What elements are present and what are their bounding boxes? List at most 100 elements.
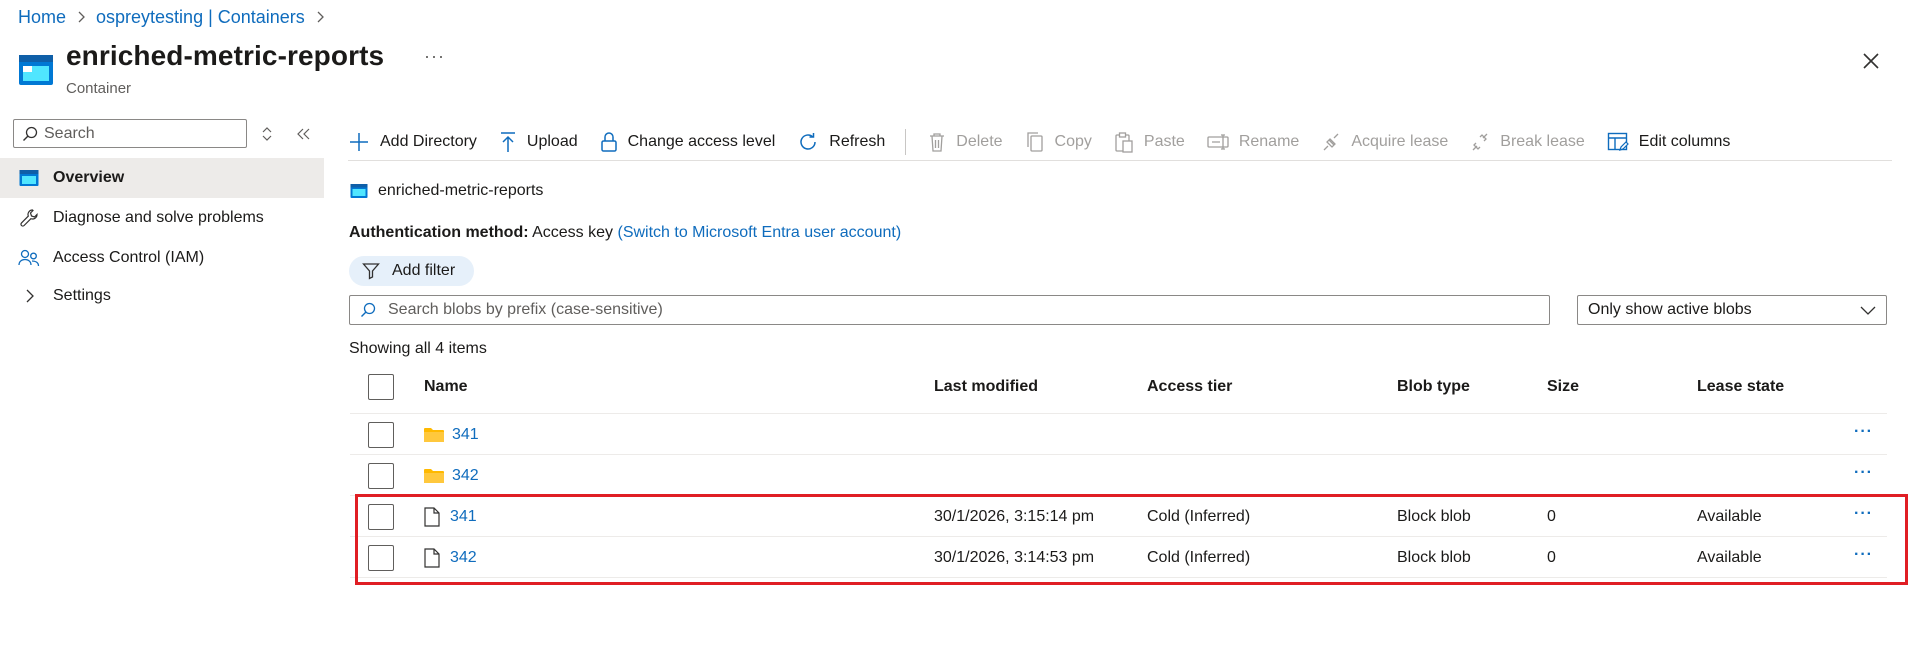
select-all-checkbox[interactable] (368, 374, 394, 400)
auth-method: Authentication method: Access key (Switc… (349, 224, 901, 242)
highlight-annotation-box (355, 494, 1908, 585)
close-button[interactable] (1856, 46, 1886, 76)
column-header-lease-state[interactable]: Lease state (1697, 378, 1784, 396)
row-more-button[interactable]: ··· (1854, 414, 1873, 450)
filter-icon (362, 263, 380, 280)
chevron-right-icon (315, 10, 325, 24)
plus-icon (350, 133, 368, 151)
paste-icon (1115, 132, 1133, 153)
refresh-label: Refresh (829, 133, 886, 150)
row-more-button[interactable]: ··· (1854, 455, 1873, 491)
page-title: enriched-metric-reports (66, 40, 385, 71)
delete-button[interactable]: Delete (928, 131, 1003, 153)
sidebar-item-label: Diagnose and solve problems (53, 209, 264, 226)
people-icon (17, 246, 41, 270)
rename-label: Rename (1238, 133, 1300, 150)
refresh-button[interactable]: Refresh (797, 131, 885, 153)
paste-label: Paste (1143, 133, 1185, 150)
row-name-link[interactable]: 341 (452, 426, 479, 444)
container-icon (17, 166, 41, 190)
switch-auth-link[interactable]: (Switch to Microsoft Entra user account) (617, 224, 901, 241)
page-subtitle: Container (66, 80, 132, 97)
lock-icon (600, 132, 617, 152)
column-header-last-modified[interactable]: Last modified (934, 378, 1038, 396)
change-access-level-label: Change access level (627, 133, 776, 150)
wrench-icon (17, 206, 41, 230)
edit-columns-icon (1607, 132, 1629, 151)
search-icon (23, 126, 38, 141)
sidebar-search-input[interactable] (44, 124, 234, 143)
chevron-down-icon (1860, 306, 1876, 315)
column-header-access-tier[interactable]: Access tier (1147, 378, 1232, 396)
row-checkbox[interactable] (368, 421, 394, 448)
upload-icon (500, 132, 515, 152)
column-header-blob-type[interactable]: Blob type (1397, 378, 1470, 396)
column-header-size[interactable]: Size (1547, 378, 1579, 396)
folder-icon (424, 427, 444, 442)
auth-label: Authentication method: (349, 224, 529, 241)
break-lease-button[interactable]: Break lease (1470, 131, 1585, 153)
collapse-sidebar-button[interactable] (292, 123, 314, 145)
sidebar-item-label: Access Control (IAM) (53, 249, 205, 266)
folder-icon (424, 468, 444, 483)
refresh-icon (800, 133, 817, 150)
upload-button[interactable]: Upload (499, 131, 578, 153)
acquire-lease-button[interactable]: Acquire lease (1321, 131, 1448, 153)
chevron-right-icon (17, 284, 41, 308)
delete-label: Delete (956, 133, 1003, 150)
add-directory-button[interactable]: Add Directory (348, 131, 477, 153)
sidebar-item-label: Settings (53, 287, 111, 304)
change-access-level-button[interactable]: Change access level (600, 131, 776, 153)
sidebar-item-access-control[interactable]: Access Control (IAM) (0, 238, 324, 278)
paste-button[interactable]: Paste (1114, 131, 1185, 153)
rename-icon (1207, 134, 1229, 150)
more-options-button[interactable]: ··· (424, 46, 445, 67)
close-icon (1863, 53, 1879, 69)
sidebar-item-overview[interactable]: Overview (0, 158, 324, 198)
add-filter-label: Add filter (392, 262, 456, 279)
rename-button[interactable]: Rename (1207, 131, 1299, 153)
trash-icon (930, 133, 945, 152)
sort-toggle-button[interactable] (258, 123, 276, 145)
table-row[interactable]: 341 ··· (350, 414, 1887, 455)
add-directory-label: Add Directory (380, 133, 477, 150)
sidebar-search[interactable] (13, 119, 247, 148)
column-header-name[interactable]: Name (424, 378, 468, 396)
sort-icon (262, 127, 272, 141)
edit-columns-label: Edit columns (1638, 133, 1731, 150)
acquire-lease-label: Acquire lease (1351, 133, 1449, 150)
toolbar-divider-line (348, 160, 1892, 161)
upload-label: Upload (526, 133, 578, 150)
auth-value: Access key (532, 224, 614, 241)
blob-state-dropdown[interactable]: Only show active blobs (1577, 295, 1887, 325)
blob-search[interactable] (349, 295, 1550, 325)
sidebar-item-settings[interactable]: Settings (0, 276, 324, 316)
copy-label: Copy (1054, 133, 1092, 150)
dropdown-selected-value: Only show active blobs (1588, 301, 1752, 318)
sidebar-item-label: Overview (53, 169, 125, 186)
row-checkbox[interactable] (368, 462, 394, 489)
sidebar-item-diagnose[interactable]: Diagnose and solve problems (0, 198, 324, 238)
link-icon (1323, 133, 1339, 151)
breadcrumb-home-link[interactable]: Home (18, 7, 66, 28)
breadcrumb-account-link[interactable]: ospreytesting | Containers (96, 7, 305, 28)
broken-link-icon (1472, 133, 1488, 151)
breadcrumb: Home ospreytesting | Containers (18, 6, 325, 28)
break-lease-label: Break lease (1500, 133, 1585, 150)
container-icon (18, 52, 54, 88)
toolbar: Add Directory Upload Change access level… (348, 125, 1752, 159)
container-name: enriched-metric-reports (378, 182, 544, 199)
copy-button[interactable]: Copy (1025, 131, 1092, 153)
copy-icon (1026, 132, 1043, 152)
container-path: enriched-metric-reports (350, 182, 543, 200)
blob-search-input[interactable] (388, 301, 1538, 319)
item-count: Showing all 4 items (349, 340, 487, 357)
toolbar-divider (905, 129, 907, 155)
add-filter-button[interactable]: Add filter (349, 256, 474, 286)
row-name-link[interactable]: 342 (452, 467, 479, 485)
search-icon (361, 302, 376, 317)
double-chevron-left-icon (297, 128, 310, 140)
chevron-right-icon (76, 10, 86, 24)
table-row[interactable]: 342 ··· (350, 455, 1887, 496)
edit-columns-button[interactable]: Edit columns (1607, 131, 1731, 153)
